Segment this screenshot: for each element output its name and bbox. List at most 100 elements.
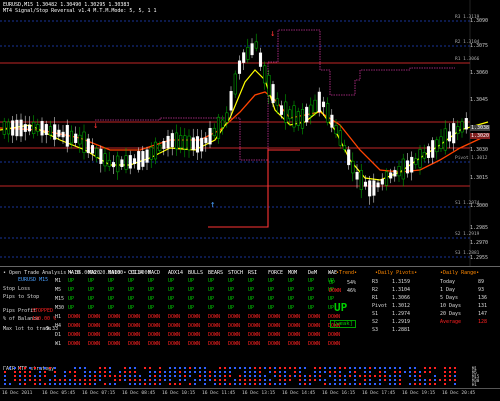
candle-body (128, 155, 132, 169)
indicator-signal: DOWN (268, 332, 281, 338)
mtf-strategy-strip: PAIR MTF strategy M1 M5 M15 M30 H1 (0, 364, 500, 388)
mtf-dot (19, 371, 21, 373)
mtf-dot (394, 367, 396, 369)
mtf-dot (99, 383, 101, 385)
mtf-dot (154, 371, 156, 373)
mtf-dot (194, 379, 196, 381)
mtf-dot (224, 383, 226, 385)
mtf-dot (89, 383, 91, 385)
candle-body (19, 119, 23, 137)
candle-body (158, 144, 162, 151)
mtf-dot (384, 367, 386, 369)
mtf-dot (274, 375, 276, 377)
mtf-dot (4, 371, 6, 373)
mtf-dot (164, 379, 166, 381)
mtf-dot (59, 367, 61, 369)
mtf-dot (234, 371, 236, 373)
indicator-signal: DOWN (328, 341, 341, 347)
mtf-dot (454, 375, 456, 377)
mtf-dot (24, 367, 26, 369)
mtf-dot (304, 383, 306, 385)
mtf-dot (34, 383, 36, 385)
mtf-dot (19, 375, 21, 377)
mtf-dot (334, 375, 336, 377)
candle-body (258, 52, 263, 67)
mtf-dot (4, 383, 6, 385)
indicator-signal: DOWN (148, 341, 161, 347)
pivot-label: S2 (372, 319, 379, 325)
price-chart[interactable]: ↓ ↑ ↓ (0, 0, 500, 266)
mtf-dot (439, 371, 441, 373)
mtf-dot (64, 371, 66, 373)
mtf-dot (114, 383, 116, 385)
mtf-dot (404, 371, 406, 373)
pivot-value: 1.3159 (392, 279, 411, 285)
mtf-dot (219, 379, 221, 381)
indicator-signal: UP (68, 305, 75, 311)
indicator-signal: UP (108, 278, 115, 284)
mtf-dot (369, 375, 371, 377)
mtf-dot (144, 383, 146, 385)
mtf-dot (359, 375, 361, 377)
mtf-dot (114, 367, 116, 369)
candle-body (32, 121, 36, 135)
mtf-dot (44, 375, 46, 377)
range-value: 128 (478, 319, 488, 325)
time-tick-label: 16 Dec 20:45 (442, 391, 476, 396)
mtf-dot (224, 371, 226, 373)
mtf-dot (169, 371, 171, 373)
mtf-dot (334, 379, 336, 381)
indicator-signal: DOWN (168, 332, 181, 338)
mtf-dot (274, 367, 276, 369)
mtf-dot (259, 367, 261, 369)
mtf-dot (404, 383, 406, 385)
mtf-dot (409, 371, 411, 373)
stop-line-2 (208, 149, 300, 228)
mtf-dot (349, 379, 351, 381)
candle-body (103, 153, 107, 167)
mtf-dot (294, 375, 296, 377)
candle-body (65, 124, 69, 147)
indicator-signal: UP (128, 287, 135, 293)
candle-body (120, 159, 124, 168)
range-label: Average (440, 319, 462, 325)
time-tick-label: 16 Dec 10:15 (162, 391, 196, 396)
indicator-signal: DOWN (268, 314, 281, 320)
mtf-dot (384, 383, 386, 385)
candle-body (347, 149, 351, 166)
mtf-dot (134, 383, 136, 385)
mtf-dot (39, 383, 41, 385)
range-label: 10 Days (440, 303, 462, 309)
mtf-dot (184, 367, 186, 369)
candle-body (351, 160, 355, 174)
candle-body (321, 101, 326, 108)
mtf-dot (89, 371, 91, 373)
mtf-dot (129, 375, 131, 377)
indicator-signal: UP (248, 287, 255, 293)
mtf-dot (249, 371, 251, 373)
candle-body (279, 105, 284, 115)
mtf-dot (269, 383, 271, 385)
mtf-dot (109, 367, 111, 369)
timeframe-label: H4 (55, 323, 62, 329)
mtf-dot (229, 371, 231, 373)
mtf-dot (94, 379, 96, 381)
indicator-signal: UP (208, 278, 215, 284)
range-label: 1 Day (440, 287, 456, 293)
mtf-dot (444, 375, 446, 377)
candle-body (267, 74, 271, 96)
mtf-dot (424, 383, 426, 385)
mtf-dot (24, 375, 26, 377)
indicator-signal: DOWN (108, 332, 121, 338)
mtf-dot (199, 367, 201, 369)
level-label: R2 1.3104 (455, 40, 480, 45)
candle-body (431, 140, 435, 158)
mtf-dot (254, 375, 256, 377)
candle-body (372, 180, 376, 196)
candle-body (300, 109, 305, 129)
mtf-dot (424, 367, 426, 369)
candle-body (137, 151, 141, 170)
mtf-dot (399, 367, 401, 369)
mtf-dot (119, 379, 121, 381)
level-price-tag: 1.3020 (470, 133, 491, 139)
